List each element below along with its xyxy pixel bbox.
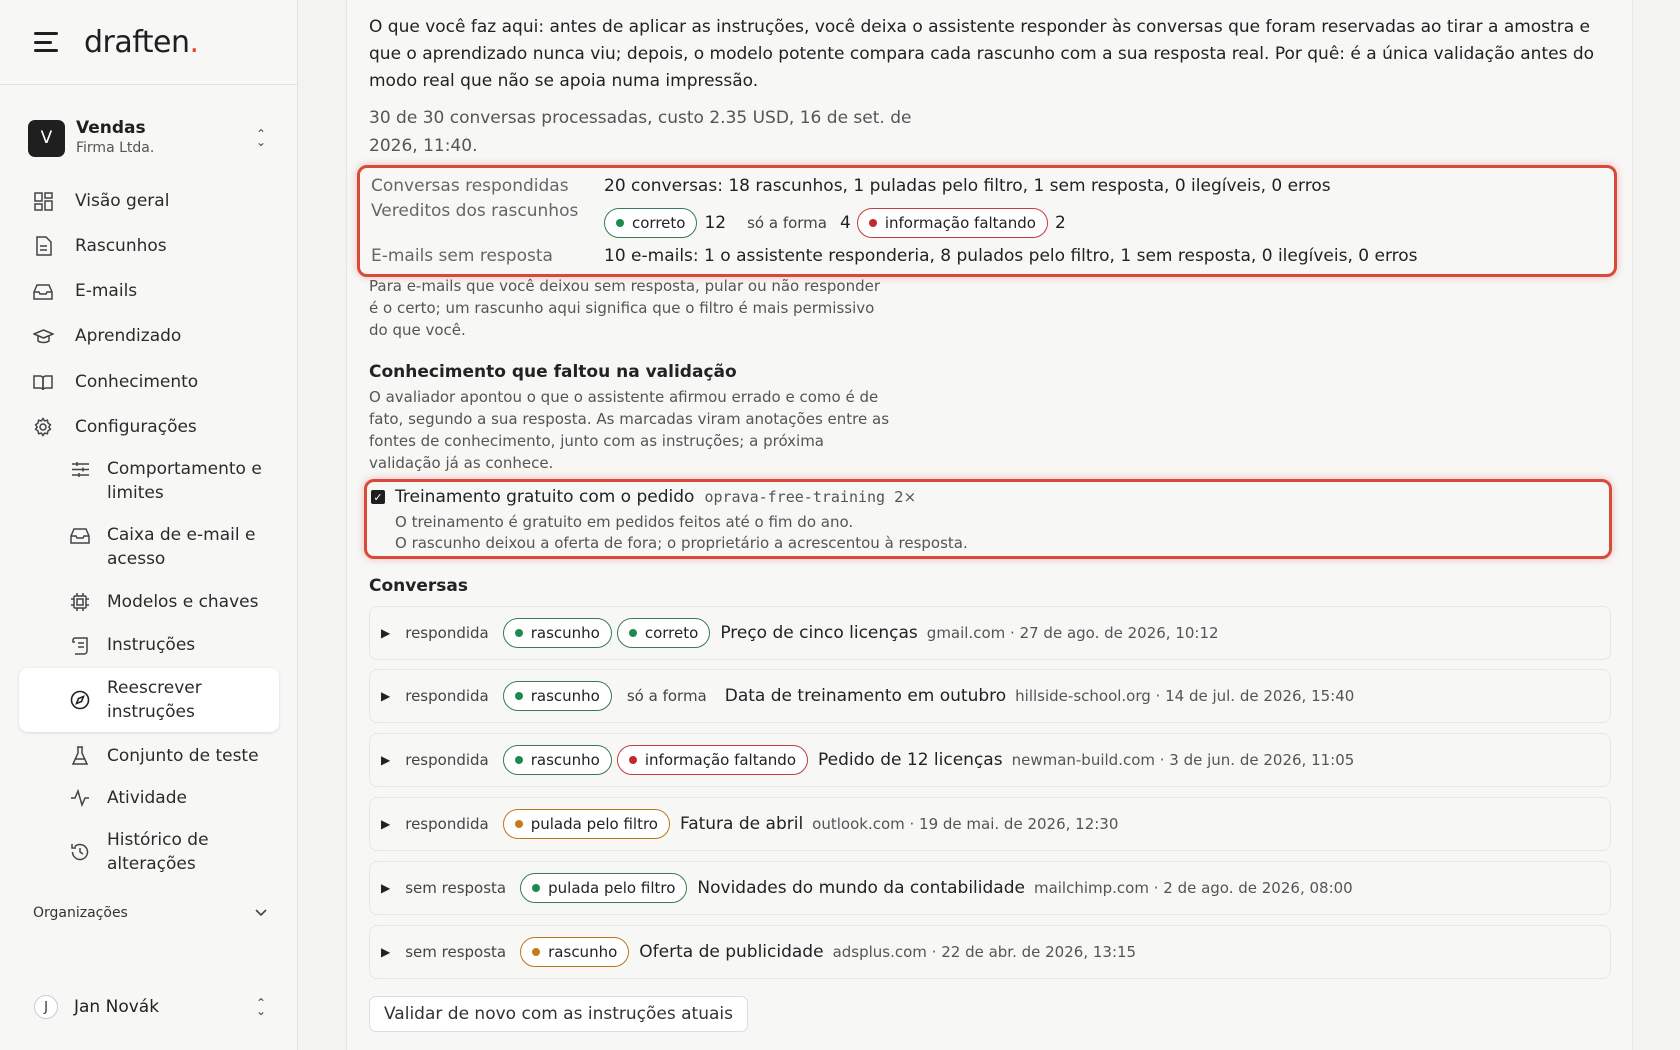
knowledge-description: O avaliador apontou o que o assistente a…: [369, 388, 890, 472]
tag-badge: rascunho: [502, 681, 612, 711]
conversation-subject: Oferta de publicidade: [639, 942, 824, 962]
conversation-row[interactable]: ▶ sem resposta pulada pelo filtro Novida…: [369, 861, 1611, 915]
workspace-name: Vendas: [76, 118, 146, 138]
user-name: Jan Novák: [74, 997, 160, 1017]
conversation-row[interactable]: ▶ respondida rascunho só a forma Data de…: [369, 669, 1611, 723]
expand-caret-icon[interactable]: ▶: [381, 626, 390, 640]
knowledge-item-fact: O treinamento é gratuito em pedidos feit…: [395, 513, 854, 531]
grid-icon: [32, 190, 54, 212]
tag-label: só a forma: [626, 687, 707, 705]
conversation-subject: Preço de cinco licenças: [720, 623, 918, 643]
knowledge-item-code: oprava-free-training: [704, 488, 886, 506]
compass-icon: [69, 676, 91, 724]
sidebar: draften. V Vendas Firma Ltda. ⌃ ⌄ Visão g…: [0, 0, 298, 1050]
nav-item-conhecimento[interactable]: Conhecimento: [19, 359, 279, 405]
revalidate-button[interactable]: Validar de novo com as instruções atuais: [369, 996, 748, 1032]
intro-text: O que você faz aqui: antes de aplicar as…: [369, 17, 1595, 91]
conversation-row[interactable]: ▶ respondida rascunho correto Preço de c…: [369, 606, 1611, 660]
organizations-toggle[interactable]: Organizações: [33, 905, 267, 921]
expand-caret-icon[interactable]: ▶: [381, 689, 390, 703]
sub-item-atividade[interactable]: Atividade: [19, 786, 279, 810]
conversation-meta: gmail.com · 27 de ago. de 2026, 10:12: [926, 624, 1219, 642]
conversation-subject: Data de treinamento em outubro: [724, 686, 1007, 706]
nav-item-rascunhos[interactable]: Rascunhos: [19, 223, 279, 269]
conversations-title: Conversas: [369, 576, 468, 596]
verdict-missing-info-badge: informação faltando: [856, 208, 1048, 238]
document-icon: [32, 235, 54, 257]
verdict-correct-badge: correto: [604, 208, 698, 238]
history-icon: [69, 828, 91, 876]
scroll-icon: [69, 633, 91, 657]
tag-badge: rascunho: [502, 745, 612, 775]
hamburger-menu-icon[interactable]: [34, 32, 58, 52]
expand-caret-icon[interactable]: ▶: [381, 817, 390, 831]
conversation-meta: mailchimp.com · 2 de ago. de 2026, 08:00: [1033, 879, 1353, 897]
tag-badge: correto: [616, 618, 711, 648]
graduation-cap-icon: [32, 325, 54, 347]
workspace-switcher[interactable]: V Vendas Firma Ltda. ⌃ ⌄: [28, 116, 268, 160]
sub-item-caixa-email[interactable]: Caixa de e-mail e acesso: [19, 523, 279, 571]
knowledge-item-name: Treinamento gratuito com o pedido: [395, 487, 695, 507]
user-avatar: J: [34, 995, 58, 1019]
run-meta: 30 de 30 conversas processadas, custo 2.…: [369, 108, 912, 156]
unanswered-row: E-mails sem resposta 10 e-mails: 1 o ass…: [371, 246, 1418, 266]
tag-badge: pulada pelo filtro: [502, 809, 670, 839]
sub-item-historico[interactable]: Histórico de alterações: [19, 828, 279, 876]
logo-row: draften.: [0, 0, 297, 85]
unanswered-note: Para e-mails que você deixou sem respost…: [369, 277, 881, 339]
sub-item-conjunto-teste[interactable]: Conjunto de teste: [19, 744, 279, 768]
conversation-meta: adsplus.com · 22 de abr. de 2026, 13:15: [832, 943, 1137, 961]
inbox-icon: [69, 523, 91, 547]
chevron-up-down-icon: ⌃ ⌄: [255, 996, 267, 1018]
book-icon: [32, 371, 54, 393]
expand-caret-icon[interactable]: ▶: [381, 881, 390, 895]
chip-icon: [69, 590, 91, 614]
knowledge-checkbox[interactable]: ✓: [371, 490, 385, 504]
nav-item-configuracoes[interactable]: Configurações: [19, 404, 279, 450]
answered-row: Conversas respondidas 20 conversas: 18 r…: [371, 176, 1331, 196]
chevron-up-down-icon: ⌃ ⌄: [255, 127, 267, 149]
conversation-row[interactable]: ▶ respondida rascunho informação faltand…: [369, 733, 1611, 787]
brand-logo: draften.: [84, 24, 199, 60]
conversation-row[interactable]: ▶ sem resposta rascunho Oferta de public…: [369, 925, 1611, 979]
nav-item-emails[interactable]: E-mails: [19, 268, 279, 314]
knowledge-item: ✓ Treinamento gratuito com o pedido opra…: [364, 479, 1612, 559]
knowledge-item-explanation: O rascunho deixou a oferta de fora; o pr…: [395, 534, 968, 552]
main-panel: O que você faz aqui: antes de aplicar as…: [346, 0, 1633, 1050]
workspace-avatar: V: [28, 119, 65, 157]
sub-item-reescrever[interactable]: Reescrever instruções: [19, 668, 279, 732]
flask-icon: [69, 744, 91, 768]
nav-item-aprendizado[interactable]: Aprendizado: [19, 313, 279, 359]
tag-badge: rascunho: [520, 937, 630, 967]
conversation-subject: Pedido de 12 licenças: [818, 750, 1003, 770]
chevron-down-icon: [255, 909, 267, 917]
sub-item-modelos[interactable]: Modelos e chaves: [19, 590, 279, 614]
gear-icon: [32, 416, 54, 438]
conversation-subject: Novidades do mundo da contabilidade: [697, 878, 1025, 898]
knowledge-item-count: 2×: [894, 488, 917, 506]
workspace-org: Firma Ltda.: [76, 140, 155, 156]
user-menu[interactable]: J Jan Novák ⌃ ⌄: [34, 995, 268, 1019]
tag-badge: informação faltando: [616, 745, 809, 775]
inbox-icon: [32, 280, 54, 302]
nav-item-visao-geral[interactable]: Visão geral: [19, 178, 279, 224]
tag-badge: pulada pelo filtro: [520, 873, 688, 903]
sub-item-comportamento[interactable]: Comportamento e limites: [19, 457, 279, 505]
conversation-meta: hillside-school.org · 14 de jul. de 2026…: [1015, 687, 1355, 705]
validation-summary: Conversas respondidas 20 conversas: 18 r…: [357, 165, 1617, 277]
activity-icon: [69, 786, 91, 810]
expand-caret-icon[interactable]: ▶: [381, 945, 390, 959]
conversation-subject: Fatura de abril: [679, 814, 804, 834]
sub-item-instrucoes[interactable]: Instruções: [19, 633, 279, 657]
conversation-meta: newman-build.com · 3 de jun. de 2026, 11…: [1011, 751, 1355, 769]
verdicts-row: Vereditos dos rascunhos correto 12 só a …: [371, 201, 1079, 238]
knowledge-title: Conhecimento que faltou na validação: [369, 362, 737, 382]
tag-badge: rascunho: [502, 618, 612, 648]
sliders-icon: [69, 457, 91, 481]
expand-caret-icon[interactable]: ▶: [381, 753, 390, 767]
verdict-form-only-label: só a forma: [747, 214, 827, 232]
conversation-meta: outlook.com · 19 de mai. de 2026, 12:30: [812, 815, 1119, 833]
conversation-row[interactable]: ▶ respondida pulada pelo filtro Fatura d…: [369, 797, 1611, 851]
